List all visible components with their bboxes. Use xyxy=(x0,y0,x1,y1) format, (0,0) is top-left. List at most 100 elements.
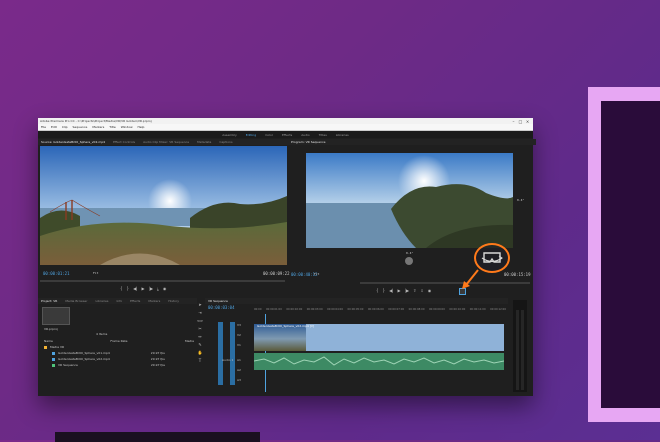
project-item-rate: 29.97 fps xyxy=(150,357,165,361)
column-media[interactable]: Media xyxy=(185,339,194,343)
program-scrub-bar[interactable] xyxy=(360,282,530,284)
menu-edit[interactable]: Edit xyxy=(51,125,57,129)
tab-program[interactable]: Program: VR Sequence xyxy=(291,140,326,144)
project-panel-tabs: Project: VR Media Browser Libraries Info… xyxy=(38,298,197,304)
tab-vr-sequence[interactable]: VR Sequence xyxy=(208,299,228,303)
tab-source[interactable]: Source: GoldenGateBr00_Sphere_v02.mp4 xyxy=(41,140,105,144)
camera-icon[interactable]: ◉ xyxy=(163,287,167,291)
play-icon[interactable]: ▶ xyxy=(142,287,145,291)
close-button[interactable]: × xyxy=(524,119,531,124)
tab-markers[interactable]: Markers xyxy=(148,299,160,303)
workspace-audio[interactable]: Audio xyxy=(301,133,310,137)
program-step-back-icon[interactable]: ◀| xyxy=(389,289,393,293)
tab-metadata[interactable]: Metadata xyxy=(197,140,211,144)
audio-clip[interactable] xyxy=(253,353,505,370)
column-name[interactable]: Name xyxy=(44,339,53,343)
minimize-button[interactable]: – xyxy=(510,119,517,124)
video-clip[interactable]: GoldenGateBr00_Sphere_v02.mp4 [V] xyxy=(254,324,504,351)
video-clip-icon xyxy=(52,351,55,355)
menu-help[interactable]: Help xyxy=(138,125,145,129)
mark-out-icon[interactable]: } xyxy=(127,287,130,291)
program-timecode-out: 00:00:15:19 xyxy=(504,272,531,277)
project-item-name: GoldenGateBr00_Sphere_v02.mp4 xyxy=(58,357,110,361)
workspace-libraries[interactable]: Libraries xyxy=(336,133,349,137)
source-video-frame[interactable] xyxy=(40,146,287,265)
insert-icon[interactable]: ⤓ xyxy=(157,287,159,291)
project-item[interactable]: Media VR xyxy=(44,345,64,349)
lift-icon[interactable]: ⇪ xyxy=(413,289,416,293)
track-label-a2: A2 xyxy=(237,368,241,372)
program-nav-dot[interactable] xyxy=(405,257,413,265)
program-play-icon[interactable]: ▶ xyxy=(398,289,401,293)
audio-meters xyxy=(513,300,527,392)
tab-history[interactable]: History xyxy=(168,299,179,303)
tab-captions[interactable]: Captions xyxy=(219,140,232,144)
tab-effects[interactable]: Effects xyxy=(130,299,140,303)
workspace-color[interactable]: Color xyxy=(265,133,273,137)
timeline-ruler[interactable]: 00:00 00:00:01:00 00:00:02:00 00:00:03:0… xyxy=(254,308,506,314)
selection-tool-icon[interactable]: ➤ xyxy=(198,302,201,307)
project-item-name: Media VR xyxy=(50,345,65,349)
slip-tool-icon[interactable]: ↔ xyxy=(198,334,201,339)
tab-effect-controls[interactable]: Effect Controls xyxy=(113,140,135,144)
workspace-effects[interactable]: Effects xyxy=(282,133,292,137)
pen-tool-icon[interactable]: ✎ xyxy=(198,342,201,347)
project-item[interactable]: VR Sequence 29.97 fps xyxy=(52,363,165,367)
step-forward-icon[interactable]: |▶ xyxy=(149,287,153,291)
program-fit-select[interactable]: Fit xyxy=(314,272,319,276)
ruler-tick: 00:00:10:00 xyxy=(449,308,466,311)
project-item-rate: 29.97 fps xyxy=(150,363,165,367)
tab-media-browser[interactable]: Media Browser xyxy=(65,299,87,303)
timeline-timecode[interactable]: 00:00:03:04 xyxy=(208,305,235,310)
menu-title[interactable]: Title xyxy=(109,125,115,129)
program-mark-out-icon[interactable]: } xyxy=(383,289,386,293)
project-thumbnail xyxy=(42,307,70,325)
window-title: Adobe Premiere Pro CC - C:\Projects\Proj… xyxy=(40,119,152,123)
project-file-row: VR.prproj xyxy=(44,327,58,331)
program-step-forward-icon[interactable]: |▶ xyxy=(405,289,409,293)
workspace-editing[interactable]: Editing xyxy=(246,133,256,137)
source-patch-column[interactable] xyxy=(218,322,223,385)
program-camera-icon[interactable]: ◉ xyxy=(428,289,432,293)
menu-window[interactable]: Window xyxy=(121,125,133,129)
ruler-tick: 00:00:08:00 xyxy=(408,308,425,311)
project-item-rate: 29.97 fps xyxy=(150,351,165,355)
menu-sequence[interactable]: Sequence xyxy=(73,125,88,129)
tab-info[interactable]: Info xyxy=(116,299,122,303)
menu-markers[interactable]: Markers xyxy=(92,125,104,129)
hand-tool-icon[interactable]: ✋ xyxy=(198,350,203,355)
maximize-button[interactable]: □ xyxy=(517,119,524,124)
razor-tool-icon[interactable]: ✂ xyxy=(198,326,201,331)
ripple-edit-icon[interactable]: ⟺ xyxy=(197,318,203,323)
step-back-icon[interactable]: ◀| xyxy=(133,287,137,291)
program-video-frame[interactable] xyxy=(306,153,513,248)
track-target-column[interactable] xyxy=(230,322,235,385)
project-item[interactable]: GoldenGateBr00_Sphere_v02.mp4 29.97 fps xyxy=(52,357,165,361)
tab-libraries[interactable]: Libraries xyxy=(96,299,109,303)
program-transport-controls: { } ◀| ▶ |▶ ⇪ ⇩ ◉ xyxy=(376,289,431,293)
project-item-name: GoldenGateBr00_Sphere_v01.mp4 xyxy=(58,351,110,355)
video-clip-icon xyxy=(52,357,55,361)
menu-file[interactable]: File xyxy=(41,125,46,129)
workspace-assembly[interactable]: Assembly xyxy=(222,133,236,137)
tab-audio-clip-mixer[interactable]: Audio Clip Mixer: VR Sequence xyxy=(143,140,189,144)
column-frame-rate[interactable]: Frame Rate xyxy=(110,339,127,343)
extract-icon[interactable]: ⇩ xyxy=(420,289,423,293)
source-timecode-in[interactable]: 00:00:01:21 xyxy=(43,271,70,276)
mark-in-icon[interactable]: { xyxy=(120,287,123,291)
ruler-tick: 00:00:04:00 xyxy=(327,308,343,311)
project-item-count: 4 Items xyxy=(96,332,108,336)
workspace-titles[interactable]: Titles xyxy=(319,133,327,137)
clip-name: GoldenGateBr00_Sphere_v02.mp4 [V] xyxy=(257,324,315,328)
track-label-a3: A3 xyxy=(237,378,241,382)
source-fit-select[interactable]: Fit xyxy=(93,271,98,275)
project-item[interactable]: GoldenGateBr00_Sphere_v01.mp4 29.97 fps xyxy=(52,351,165,355)
track-label-v1: V1 xyxy=(237,343,241,347)
source-scrub-bar[interactable] xyxy=(40,280,285,282)
track-select-icon[interactable]: ⇥ xyxy=(198,310,201,315)
tab-project[interactable]: Project: VR xyxy=(41,299,57,303)
track-label-v3: V3 xyxy=(237,323,241,327)
program-mark-in-icon[interactable]: { xyxy=(376,289,379,293)
menu-clip[interactable]: Clip xyxy=(62,125,68,129)
type-tool-icon[interactable]: T xyxy=(199,358,201,363)
